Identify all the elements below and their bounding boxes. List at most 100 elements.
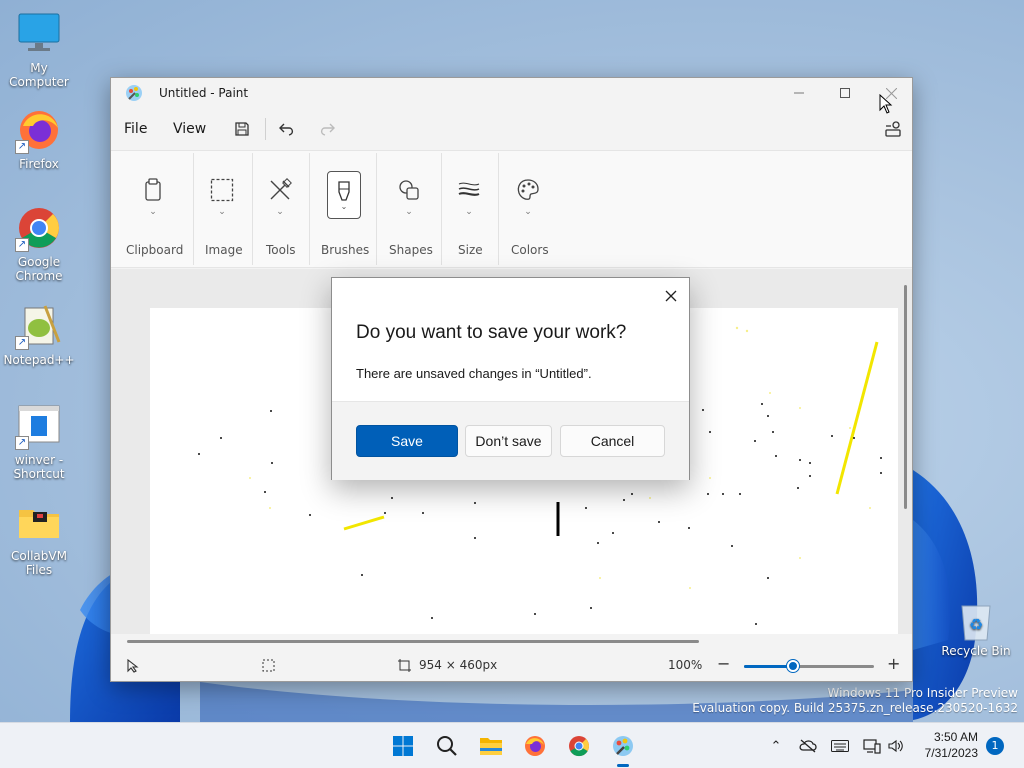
notepadpp-icon: ↗ bbox=[15, 302, 63, 350]
title-bar[interactable]: Untitled - Paint bbox=[111, 78, 912, 108]
paint-app-icon bbox=[125, 84, 143, 102]
chevron-down-icon: ⌄ bbox=[276, 207, 284, 217]
desktop-icon-label: winver - Shortcut bbox=[13, 453, 65, 481]
system-clock[interactable]: 3:50 AM 7/31/2023 bbox=[925, 729, 978, 761]
ribbon-group-size[interactable]: ⌄ Size bbox=[442, 151, 498, 267]
ribbon-group-image[interactable]: ⌄ Image bbox=[194, 151, 252, 267]
taskbar: ⌃ 3:50 AM 7/31/2023 1 bbox=[0, 722, 1024, 768]
chevron-down-icon: ⌄ bbox=[218, 207, 226, 217]
start-button[interactable] bbox=[388, 731, 418, 761]
redo-icon[interactable] bbox=[314, 116, 340, 142]
svg-text:⌄: ⌄ bbox=[341, 202, 348, 210]
mouse-cursor-icon bbox=[879, 93, 893, 118]
windows-watermark: Windows 11 Pro Insider Preview Evaluatio… bbox=[692, 686, 1018, 716]
ribbon-label: Tools bbox=[266, 243, 296, 257]
file-explorer-icon[interactable] bbox=[476, 731, 506, 761]
palette-icon bbox=[511, 173, 545, 207]
desktop-icon-notepadpp[interactable]: ↗ Notepad++ bbox=[0, 302, 78, 367]
zoom-slider-thumb[interactable] bbox=[787, 660, 799, 672]
winver-icon: ↗ bbox=[15, 402, 63, 450]
shortcut-arrow-icon: ↗ bbox=[15, 436, 29, 450]
desktop-icon-label: CollabVM Files bbox=[11, 549, 67, 577]
minimize-button[interactable] bbox=[776, 78, 822, 108]
zoom-level-label: 100% bbox=[668, 658, 703, 672]
shapes-icon bbox=[392, 173, 426, 207]
vertical-scrollbar[interactable] bbox=[904, 285, 907, 509]
desktop-icon-label: Firefox bbox=[19, 157, 59, 171]
chrome-icon[interactable] bbox=[564, 731, 594, 761]
menu-view[interactable]: View bbox=[173, 121, 206, 137]
ribbon-group-shapes[interactable]: ⌄ Shapes bbox=[377, 151, 441, 267]
zoom-in-button[interactable]: + bbox=[887, 654, 900, 673]
desktop-icon-collabvm-files[interactable]: CollabVM Files bbox=[0, 498, 78, 577]
recycle-bin-icon: ♻ bbox=[956, 598, 996, 642]
desktop-icon-my-computer[interactable]: My Computer bbox=[0, 10, 78, 89]
ribbon-group-tools[interactable]: ⌄ Tools bbox=[253, 151, 309, 267]
desktop-icon-chrome[interactable]: ↗ Google Chrome bbox=[0, 204, 78, 283]
toolbar-separator bbox=[265, 118, 266, 140]
horizontal-scrollbar[interactable] bbox=[127, 640, 699, 643]
network-offline-icon[interactable] bbox=[798, 736, 818, 756]
save-button[interactable]: Save bbox=[356, 425, 458, 457]
desktop-icon-label: Google Chrome bbox=[15, 255, 63, 283]
svg-text:♻: ♻ bbox=[969, 615, 983, 634]
ribbon-label: Colors bbox=[511, 243, 549, 257]
status-bar: 954 × 460px 100% − + bbox=[111, 650, 912, 681]
watermark-line2: Evaluation copy. Build 25375.zn_release.… bbox=[692, 701, 1018, 715]
dialog-close-button[interactable] bbox=[659, 284, 683, 308]
ribbon-label: Brushes bbox=[321, 243, 370, 257]
recycle-bin-label: Recycle Bin bbox=[941, 644, 1011, 658]
account-settings-icon[interactable] bbox=[880, 116, 906, 142]
zoom-slider-fill bbox=[744, 665, 793, 668]
zoom-out-button[interactable]: − bbox=[717, 654, 730, 673]
dialog-title: Do you want to save your work? bbox=[356, 322, 627, 343]
dont-save-button[interactable]: Don’t save bbox=[465, 425, 552, 457]
ribbon-label: Shapes bbox=[389, 243, 433, 257]
start-icon bbox=[393, 736, 413, 756]
monitor-icon bbox=[15, 10, 63, 58]
notification-badge[interactable]: 1 bbox=[986, 737, 1004, 755]
brush-icon: ⌄ bbox=[327, 171, 361, 219]
chevron-down-icon: ⌄ bbox=[149, 207, 157, 217]
menu-file[interactable]: File bbox=[124, 121, 147, 137]
ribbon-label: Image bbox=[205, 243, 243, 257]
canvas-size-label: 954 × 460px bbox=[419, 658, 498, 672]
chevron-down-icon: ⌄ bbox=[524, 207, 532, 217]
firefox-icon: ↗ bbox=[15, 106, 63, 154]
dialog-message: There are unsaved changes in “Untitled”. bbox=[356, 366, 592, 381]
desktop-icon-firefox[interactable]: ↗ Firefox bbox=[0, 106, 78, 171]
ribbon-group-colors[interactable]: ⌄ Colors bbox=[499, 151, 569, 267]
ribbon: ⌄ Clipboard ⌄ Image ⌄ Tools ⌄ Brushes ⌄ … bbox=[111, 150, 912, 268]
firefox-icon[interactable] bbox=[520, 731, 550, 761]
desktop-icon-recycle-bin[interactable]: ♻ Recycle Bin bbox=[940, 598, 1012, 658]
volume-icon[interactable] bbox=[886, 736, 906, 756]
shortcut-arrow-icon: ↗ bbox=[15, 238, 29, 252]
undo-icon[interactable] bbox=[274, 116, 300, 142]
save-icon[interactable] bbox=[229, 116, 255, 142]
desktop-icon-label: My Computer bbox=[9, 61, 69, 89]
selection-size-icon bbox=[262, 659, 275, 675]
paint-icon[interactable] bbox=[608, 731, 638, 767]
desktop-icon-winver[interactable]: ↗ winver - Shortcut bbox=[0, 402, 78, 481]
window-title: Untitled - Paint bbox=[159, 86, 249, 100]
canvas-size-icon bbox=[398, 659, 411, 675]
selection-icon bbox=[205, 173, 239, 207]
maximize-button[interactable] bbox=[822, 78, 868, 108]
ribbon-group-brushes[interactable]: ⌄ Brushes bbox=[310, 151, 376, 267]
chevron-down-icon: ⌄ bbox=[405, 207, 413, 217]
watermark-line1: Windows 11 Pro Insider Preview bbox=[827, 686, 1018, 700]
menu-bar: File View bbox=[111, 108, 912, 150]
display-network-icon[interactable] bbox=[862, 736, 882, 756]
search-icon[interactable] bbox=[432, 731, 462, 761]
shortcut-arrow-icon: ↗ bbox=[15, 336, 29, 350]
tools-icon bbox=[263, 173, 297, 207]
size-icon bbox=[452, 173, 486, 207]
shortcut-arrow-icon: ↗ bbox=[15, 140, 29, 154]
keyboard-icon[interactable] bbox=[830, 736, 850, 756]
dialog-footer: Save Don’t save Cancel bbox=[332, 401, 689, 480]
cancel-button[interactable]: Cancel bbox=[560, 425, 665, 457]
zoom-slider[interactable] bbox=[744, 660, 874, 672]
ribbon-label: Clipboard bbox=[126, 243, 184, 257]
show-hidden-icons-chevron-icon[interactable]: ⌃ bbox=[766, 736, 786, 756]
ribbon-group-clipboard[interactable]: ⌄ Clipboard bbox=[124, 151, 194, 267]
